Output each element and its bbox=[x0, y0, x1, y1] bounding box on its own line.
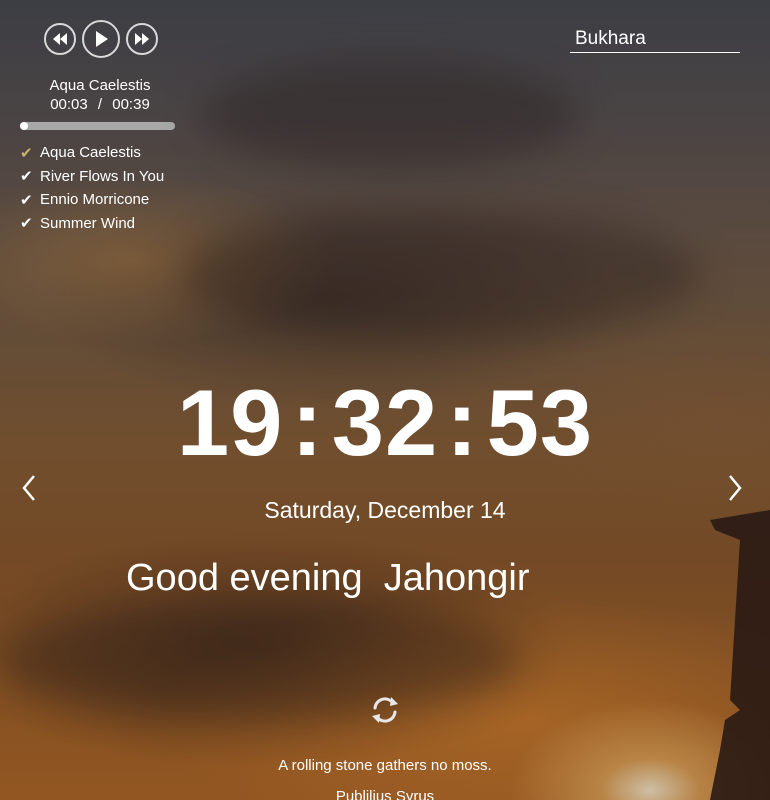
clock-separator: : bbox=[291, 370, 324, 475]
clock-minutes: 32 bbox=[331, 370, 439, 475]
check-icon: ✔ bbox=[20, 191, 33, 209]
player-controls bbox=[22, 20, 180, 58]
track-time: 00:03 / 00:39 bbox=[20, 95, 180, 114]
playlist: ✔ Aqua Caelestis ✔ River Flows In You ✔ Enn… bbox=[20, 141, 180, 235]
track-info: Aqua Caelestis 00:03 / 00:39 bbox=[20, 76, 180, 114]
change-quote-button[interactable] bbox=[365, 690, 405, 730]
background-cloud bbox=[200, 60, 580, 170]
greeting-text: Good evening bbox=[126, 557, 363, 599]
quote-author: Publilius Syrus bbox=[335, 788, 435, 800]
track-duration: 00:39 bbox=[112, 96, 150, 113]
clock: 19:32:53 bbox=[0, 368, 770, 478]
track-title: Aqua Caelestis bbox=[49, 77, 151, 94]
playlist-item[interactable]: ✔ River Flows In You bbox=[20, 165, 180, 189]
progress-bar[interactable] bbox=[20, 122, 175, 130]
time-separator: / bbox=[97, 96, 103, 113]
playlist-item[interactable]: ✔ Ennio Morricone bbox=[20, 188, 180, 212]
playlist-item-label: Ennio Morricone bbox=[40, 191, 150, 209]
playlist-item[interactable]: ✔ Summer Wind bbox=[20, 212, 180, 236]
current-time: 00:03 bbox=[50, 96, 88, 113]
clock-hours: 19 bbox=[176, 370, 284, 475]
check-icon: ✔ bbox=[20, 168, 33, 186]
next-track-button[interactable] bbox=[126, 23, 158, 55]
check-icon: ✔ bbox=[20, 144, 33, 162]
playlist-item-label: Summer Wind bbox=[40, 214, 136, 232]
date: Saturday, December 14 bbox=[264, 497, 506, 523]
playlist-item-label: Aqua Caelestis bbox=[40, 144, 141, 162]
play-icon bbox=[96, 31, 108, 47]
greeting: Good evening Jahongir bbox=[126, 557, 530, 600]
quote-text: A rolling stone gathers no moss. bbox=[278, 757, 492, 774]
playlist-item[interactable]: ✔ Aqua Caelestis bbox=[20, 141, 180, 165]
background-cloud bbox=[0, 600, 520, 720]
previous-track-button[interactable] bbox=[44, 23, 76, 55]
refresh-icon bbox=[372, 697, 398, 723]
rewind-icon bbox=[53, 33, 67, 45]
check-icon: ✔ bbox=[20, 215, 33, 233]
audio-player: Aqua Caelestis 00:03 / 00:39 ✔ Aqua Caele… bbox=[20, 20, 180, 235]
fast-forward-icon bbox=[135, 33, 149, 45]
user-name[interactable]: Jahongir bbox=[384, 557, 530, 599]
playlist-item-label: River Flows In You bbox=[40, 167, 165, 185]
clock-separator: : bbox=[446, 370, 479, 475]
city-input[interactable] bbox=[570, 26, 740, 53]
play-button[interactable] bbox=[82, 20, 120, 58]
progress-fill bbox=[20, 122, 28, 130]
background-cloud bbox=[180, 210, 700, 340]
clock-seconds: 53 bbox=[486, 370, 594, 475]
tower-silhouette bbox=[710, 500, 770, 800]
